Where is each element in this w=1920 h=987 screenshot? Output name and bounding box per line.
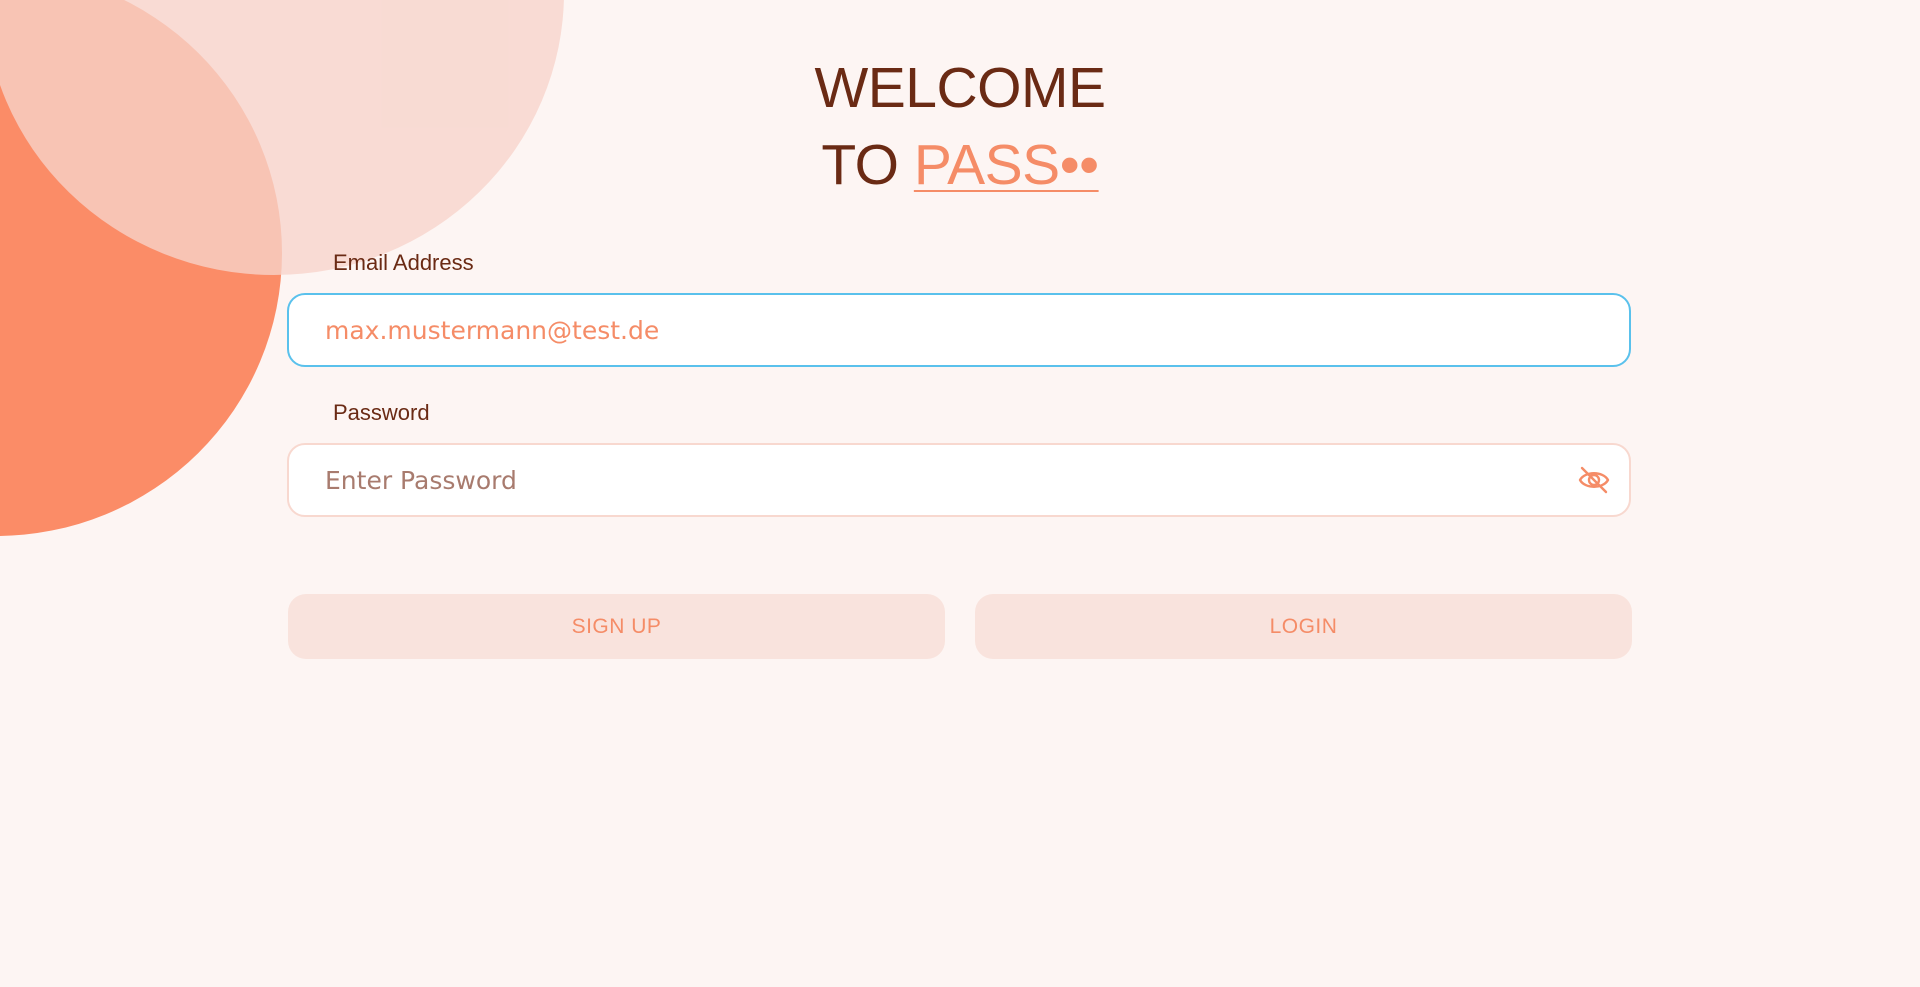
login-page: WELCOME TO PASS•• Email Address Password… xyxy=(0,0,1920,987)
sign-up-button[interactable]: SIGN UP xyxy=(288,594,945,659)
heading-line-2: TO PASS•• xyxy=(0,127,1920,204)
password-label: Password xyxy=(333,400,430,425)
brand-name: PASS•• xyxy=(913,133,1099,197)
welcome-heading: WELCOME TO PASS•• xyxy=(0,50,1920,204)
email-field[interactable] xyxy=(325,295,1545,365)
password-field[interactable] xyxy=(325,445,1545,515)
email-field-container xyxy=(287,293,1631,367)
email-label: Email Address xyxy=(333,250,474,275)
eye-off-icon[interactable] xyxy=(1577,465,1611,495)
password-field-container xyxy=(287,443,1631,517)
login-button[interactable]: LOGIN xyxy=(975,594,1632,659)
heading-line-1: WELCOME xyxy=(814,56,1106,120)
heading-prefix: TO xyxy=(821,133,914,197)
